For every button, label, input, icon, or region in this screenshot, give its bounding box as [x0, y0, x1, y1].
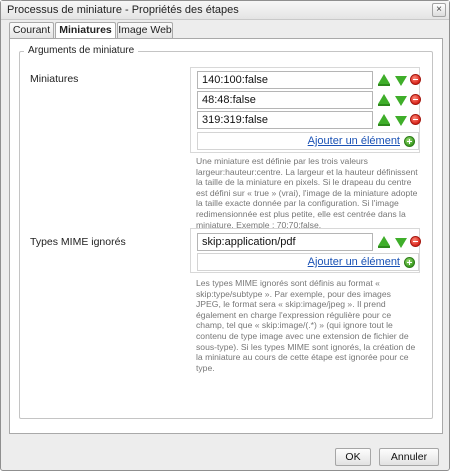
remove-icon[interactable] [410, 74, 421, 85]
miniatures-add-row: Ajouter un élément [197, 132, 419, 150]
fieldset-legend: Arguments de miniature [24, 45, 139, 56]
move-down-button[interactable] [395, 96, 407, 108]
move-down-button[interactable] [395, 76, 407, 88]
tab-image-web[interactable]: Image Web [117, 22, 173, 39]
miniature-value-input[interactable] [197, 111, 373, 129]
dialog-footer: OK Annuler [1, 439, 449, 470]
mime-value-input[interactable] [197, 233, 373, 251]
tab-courant[interactable]: Courant [9, 22, 54, 39]
arrow-up-icon [378, 74, 390, 84]
arrow-down-icon [395, 76, 407, 86]
mime-types-label: Types MIME ignorés [30, 236, 126, 248]
dialog-title: Processus de miniature - Propriétés des … [7, 4, 239, 16]
arrow-up-icon [378, 236, 390, 246]
miniature-value-input[interactable] [197, 91, 373, 109]
add-icon[interactable] [404, 257, 415, 268]
step-properties-dialog: Processus de miniature - Propriétés des … [0, 0, 450, 471]
tab-panel-miniatures: Arguments de miniature Miniatures Ajoute… [9, 38, 443, 434]
move-down-button[interactable] [395, 116, 407, 128]
dialog-titlebar[interactable]: Processus de miniature - Propriétés des … [1, 1, 449, 20]
arrow-up-icon [378, 114, 390, 124]
move-up-button[interactable] [378, 74, 390, 86]
mime-types-help-text: Les types MIME ignorés sont définis au f… [196, 278, 416, 373]
arrow-down-icon [395, 116, 407, 126]
mime-add-row: Ajouter un élément [197, 253, 419, 271]
miniature-value-input[interactable] [197, 71, 373, 89]
close-button[interactable]: × [432, 3, 446, 17]
move-up-button[interactable] [378, 236, 390, 248]
miniatures-label: Miniatures [30, 73, 79, 85]
add-item-link[interactable]: Ajouter un élément [308, 135, 400, 147]
remove-icon[interactable] [410, 114, 421, 125]
add-item-link[interactable]: Ajouter un élément [308, 256, 400, 268]
remove-icon[interactable] [410, 94, 421, 105]
ok-button[interactable]: OK [335, 448, 371, 466]
miniatures-help-text: Une miniature est définie par les trois … [196, 156, 418, 230]
move-down-button[interactable] [395, 238, 407, 250]
close-icon: × [436, 4, 442, 15]
cancel-button[interactable]: Annuler [379, 448, 439, 466]
move-up-button[interactable] [378, 94, 390, 106]
move-up-button[interactable] [378, 114, 390, 126]
add-icon[interactable] [404, 136, 415, 147]
arrow-down-icon [395, 238, 407, 248]
remove-icon[interactable] [410, 236, 421, 247]
arrow-down-icon [395, 96, 407, 106]
arrow-up-icon [378, 94, 390, 104]
